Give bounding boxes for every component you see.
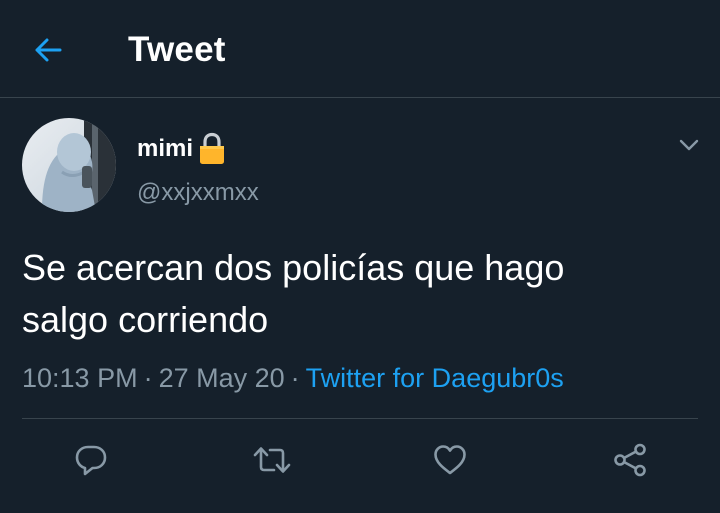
share-icon (614, 443, 646, 477)
tweet-menu-button[interactable] (672, 130, 706, 160)
tweet-date: 27 May 20 (158, 363, 285, 393)
avatar[interactable] (22, 118, 116, 212)
tweet-text: Se acercan dos policías que hago salgo c… (22, 247, 565, 340)
reply-icon (75, 445, 107, 476)
heart-icon (434, 445, 466, 475)
retweet-icon (253, 447, 291, 473)
tweet-time: 10:13 PM (22, 363, 138, 393)
like-button[interactable] (426, 436, 474, 484)
divider (22, 418, 698, 419)
chevron-down-icon (679, 139, 699, 151)
tweet-meta: 10:13 PM · 27 May 20 · Twitter for Daegubr0s (22, 360, 564, 396)
tweet-source-link[interactable]: Twitter for Daegubr0s (306, 363, 564, 393)
author-handle[interactable]: @xxjxxmxx (137, 178, 259, 208)
author-name-row[interactable]: mimi (137, 132, 227, 166)
top-app-bar: Tweet (0, 0, 720, 98)
meta-separator: · (290, 363, 300, 393)
display-name: mimi (137, 135, 194, 162)
back-button[interactable] (22, 28, 74, 72)
lock-icon (197, 132, 227, 166)
arrow-left-icon (35, 38, 62, 62)
page-title: Tweet (128, 30, 226, 69)
share-button[interactable] (606, 436, 654, 484)
avatar-image (22, 118, 116, 212)
retweet-button[interactable] (248, 436, 296, 484)
reply-button[interactable] (67, 436, 115, 484)
meta-separator: · (143, 363, 153, 393)
tweet-actions (0, 436, 720, 484)
